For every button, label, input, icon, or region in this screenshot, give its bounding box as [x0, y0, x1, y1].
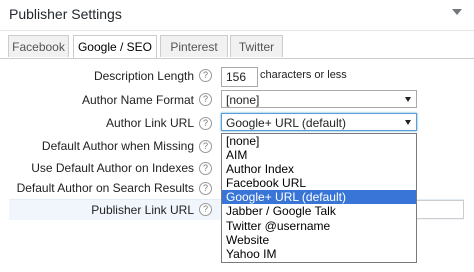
divider	[0, 30, 474, 31]
description-length-suffix: characters or less	[260, 69, 347, 81]
chevron-down-icon	[405, 97, 411, 102]
description-length-label: Description Length	[93, 69, 194, 83]
tab-pinterest[interactable]: Pinterest	[160, 35, 228, 57]
author-name-format-select[interactable]: [none]	[221, 90, 417, 108]
default-author-missing-label: Default Author when Missing	[41, 139, 194, 153]
publisher-link-url-help-icon[interactable]: ?	[199, 203, 212, 216]
dropdown-option[interactable]: AIM	[222, 148, 416, 162]
default-author-indexes-label: Use Default Author on Indexes	[31, 161, 194, 175]
author-link-url-help-icon[interactable]: ?	[199, 117, 212, 130]
tab-facebook[interactable]: Facebook	[8, 35, 69, 57]
author-link-url-label: Author Link URL	[105, 116, 194, 130]
dropdown-option[interactable]: Author Index	[222, 162, 416, 176]
tab-google-seo[interactable]: Google / SEO	[73, 35, 157, 59]
author-link-url-select[interactable]: Google+ URL (default)	[221, 113, 417, 131]
dropdown-option[interactable]: Yahoo IM	[222, 247, 416, 261]
publisher-settings-panel: Publisher Settings Facebook Google / SEO…	[0, 0, 474, 272]
author-name-format-label: Author Name Format	[81, 93, 194, 107]
dropdown-option[interactable]: Website	[222, 233, 416, 247]
default-author-missing-help-icon[interactable]: ?	[199, 140, 212, 153]
tabs-divider	[0, 58, 474, 59]
chevron-down-icon	[405, 120, 411, 125]
description-length-help-icon[interactable]: ?	[199, 69, 212, 82]
default-author-indexes-help-icon[interactable]: ?	[199, 162, 212, 175]
author-link-url-value: Google+ URL (default)	[226, 116, 346, 130]
author-link-url-dropdown: [none] AIM Author Index Facebook URL Goo…	[221, 133, 417, 263]
dropdown-option[interactable]: Twitter @username	[222, 219, 416, 233]
author-name-format-help-icon[interactable]: ?	[199, 93, 212, 106]
author-name-format-value: [none]	[226, 93, 260, 107]
dropdown-option[interactable]: Jabber / Google Talk	[222, 204, 416, 218]
tab-twitter[interactable]: Twitter	[230, 35, 283, 57]
collapse-toggle-icon[interactable]	[452, 9, 462, 15]
dropdown-option[interactable]: [none]	[222, 134, 416, 148]
panel-title: Publisher Settings	[9, 6, 122, 22]
default-author-search-help-icon[interactable]: ?	[199, 182, 212, 195]
dropdown-option-selected[interactable]: Google+ URL (default)	[222, 190, 416, 205]
dropdown-option[interactable]: Facebook URL	[222, 176, 416, 190]
default-author-search-label: Default Author on Search Results	[16, 181, 194, 195]
publisher-link-url-label: Publisher Link URL	[91, 203, 194, 217]
description-length-input[interactable]: 156	[221, 67, 258, 87]
